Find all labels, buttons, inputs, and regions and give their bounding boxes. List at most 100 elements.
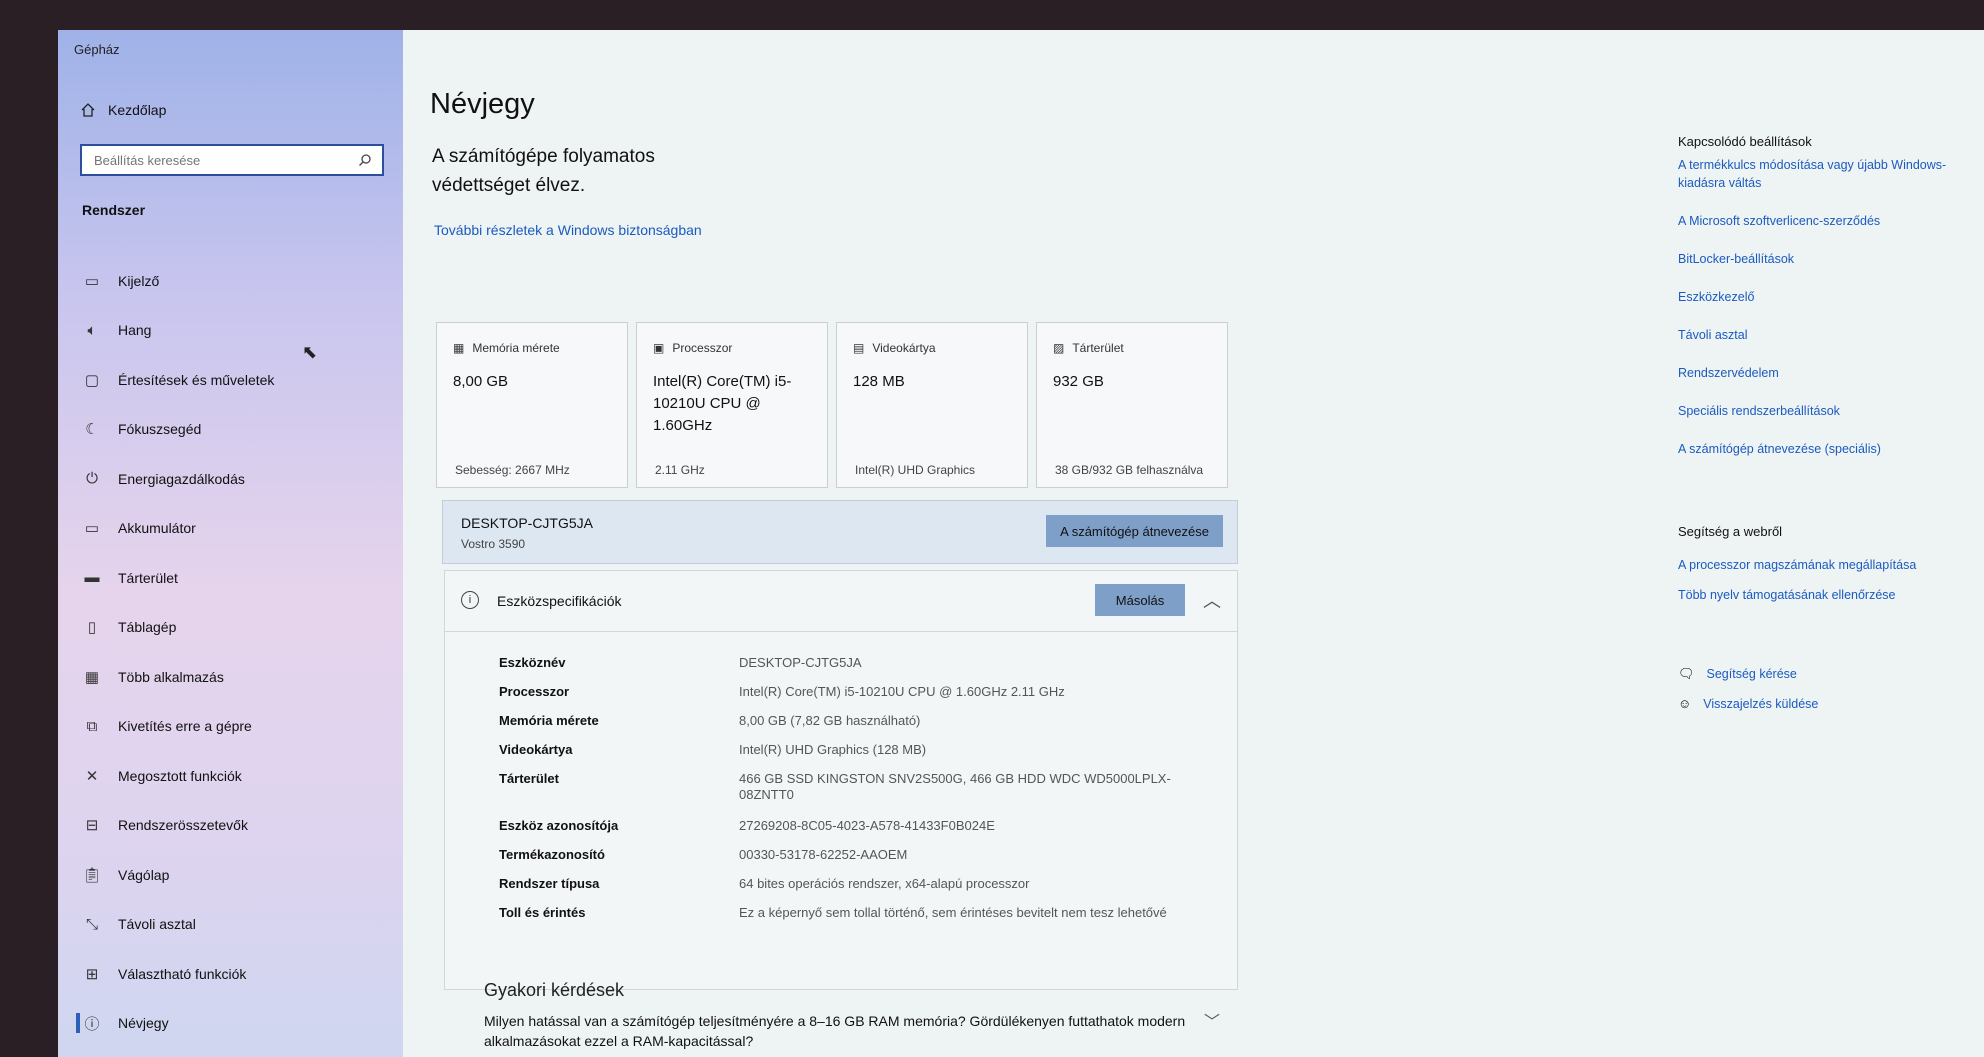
- sidebar-item-storage[interactable]: ▬ Tárterület: [82, 553, 402, 603]
- sidebar: Gépház Kezdőlap Rendszer ▭ Kijelző 🔈︎ Hang…: [58, 30, 403, 1057]
- sidebar-item-label: Rendszerösszetevők: [118, 817, 248, 834]
- home-nav-item[interactable]: Kezdőlap: [80, 102, 166, 118]
- sidebar-item-clipboard[interactable]: 📋︎ Vágólap: [82, 850, 402, 900]
- memory-card: ▦ Memória mérete 8,00 GB Sebesség: 2667 M…: [436, 322, 628, 488]
- link-remote-desktop[interactable]: Távoli asztal: [1678, 326, 1978, 344]
- card-foot: Sebesség: 2667 MHz: [455, 463, 570, 477]
- remote-desktop-icon: ⤡: [85, 915, 98, 933]
- sidebar-item-notifications[interactable]: ▢ Értesítések és műveletek: [82, 355, 402, 405]
- sidebar-item-shared-experiences[interactable]: ✕ Megosztott funkciók: [82, 751, 402, 801]
- faq-question[interactable]: Milyen hatással van a számítógép teljesí…: [484, 1011, 1224, 1051]
- sidebar-item-system-components[interactable]: ⊟ Rendszerösszetevők: [82, 801, 402, 851]
- sidebar-item-optional-features[interactable]: ⊞ Választható funkciók: [82, 949, 402, 999]
- mouse-cursor-icon: ⬉: [302, 342, 318, 362]
- section-label-system: Rendszer: [82, 202, 146, 218]
- card-value: 932 GB: [1053, 373, 1104, 390]
- search-icon[interactable]: [358, 153, 372, 167]
- rename-pc-button[interactable]: A számítógép átnevezése: [1046, 515, 1223, 547]
- sidebar-item-focus-assist[interactable]: ☾ Fókuszsegéd: [82, 405, 402, 455]
- spec-table: Eszköznév DESKTOP-CJTG5JA Processzor Intel…: [499, 655, 1219, 934]
- link-processor-cores[interactable]: A processzor magszámának megállapítása: [1678, 556, 1978, 574]
- feedback-label[interactable]: Visszajelzés küldése: [1703, 697, 1818, 711]
- chevron-up-icon[interactable]: ︿: [1203, 587, 1221, 613]
- windows-security-link[interactable]: További részletek a Windows biztonságban: [434, 222, 702, 238]
- sidebar-item-projecting[interactable]: ⧉ Kivetítés erre a gépre: [82, 702, 402, 752]
- link-bitlocker[interactable]: BitLocker-beállítások: [1678, 250, 1978, 268]
- card-value: 128 MB: [853, 373, 905, 390]
- optional-features-icon: ⊞: [85, 965, 99, 983]
- card-value: 8,00 GB: [453, 373, 509, 390]
- sidebar-item-sound[interactable]: 🔈︎ Hang: [82, 306, 402, 356]
- gpu-icon: ▤: [853, 341, 865, 355]
- sidebar-item-label: Több alkalmazás: [118, 668, 224, 685]
- pc-name-bar: DESKTOP-CJTG5JA Vostro 3590 A számítógép…: [442, 500, 1238, 564]
- sidebar-item-power[interactable]: ⏻ Energiagazdálkodás: [82, 454, 402, 504]
- chat-help-icon: 🗨︎: [1678, 666, 1695, 681]
- spec-value: Ez a képernyő sem tollal történő, sem ér…: [739, 905, 1167, 920]
- sidebar-item-label: Választható funkciók: [118, 965, 247, 982]
- sidebar-item-tablet[interactable]: ▯ Táblagép: [82, 603, 402, 653]
- components-icon: ⊟: [85, 817, 99, 835]
- link-rename-pc-advanced[interactable]: A számítógép átnevezése (speciális): [1678, 440, 1978, 458]
- settings-search-box[interactable]: [80, 144, 384, 176]
- home-label: Kezdőlap: [108, 102, 167, 118]
- sidebar-item-battery[interactable]: ▭ Akkumulátor: [82, 504, 402, 554]
- sidebar-item-about[interactable]: ⓘ Névjegy: [76, 999, 402, 1049]
- specs-header[interactable]: i Eszközspecifikációk Másolás ︿: [445, 571, 1237, 632]
- battery-icon: ▭: [84, 520, 100, 538]
- storage-icon: ▬: [84, 569, 100, 587]
- speaker-icon: 🔈︎: [87, 321, 97, 339]
- table-row: Memória mérete 8,00 GB (7,82 GB használha…: [499, 713, 1219, 742]
- sidebar-item-label: Energiagazdálkodás: [118, 470, 245, 487]
- link-advanced-system-settings[interactable]: Speciális rendszerbeállítások: [1678, 402, 1978, 420]
- chevron-down-icon[interactable]: ﹀: [1204, 1008, 1220, 1032]
- spec-value: 64 bites operációs rendszer, x64-alapú p…: [739, 876, 1030, 891]
- spec-key: Memória mérete: [499, 713, 599, 728]
- link-device-manager[interactable]: Eszközkezelő: [1678, 288, 1978, 306]
- sidebar-item-label: Akkumulátor: [118, 520, 196, 537]
- app-title: Gépház: [74, 42, 120, 57]
- table-row: Processzor Intel(R) Core(TM) i5-10210U CP…: [499, 684, 1219, 713]
- sidebar-item-label: Tárterület: [118, 569, 178, 586]
- monitor-icon: ▭: [84, 272, 100, 290]
- sidebar-item-multitasking[interactable]: ▦ Több alkalmazás: [82, 652, 402, 702]
- link-system-protection[interactable]: Rendszervédelem: [1678, 364, 1978, 382]
- sidebar-item-remote-desktop[interactable]: ⤡ Távoli asztal: [82, 900, 402, 950]
- web-help-title: Segítség a webről: [1678, 524, 1783, 539]
- sidebar-item-label: Fókuszsegéd: [118, 421, 202, 438]
- settings-window: Gépház Kezdőlap Rendszer ▭ Kijelző 🔈︎ Hang…: [58, 30, 1984, 1057]
- page-title: Névjegy: [430, 88, 535, 120]
- get-help-link[interactable]: 🗨︎ Segítség kérése: [1678, 666, 1797, 682]
- table-row: Videokártya Intel(R) UHD Graphics (128 MB…: [499, 742, 1219, 771]
- storage-card: ▨ Tárterület 932 GB 38 GB/932 GB felhaszn…: [1036, 322, 1228, 488]
- sidebar-nav: ▭ Kijelző 🔈︎ Hang ▢ Értesítések és művelete…: [76, 256, 402, 1049]
- faq-section: Gyakori kérdések Milyen hatással van a s…: [484, 980, 1224, 1051]
- card-foot: 38 GB/932 GB felhasználva: [1055, 463, 1204, 477]
- settings-search-input[interactable]: [92, 151, 336, 169]
- link-language-support[interactable]: Több nyelv támogatásának ellenőrzése: [1678, 586, 1978, 604]
- specs-title: Eszközspecifikációk: [497, 593, 622, 609]
- spec-value: DESKTOP-CJTG5JA: [739, 655, 862, 670]
- summary-cards: ▦ Memória mérete 8,00 GB Sebesség: 2667 M…: [436, 322, 1228, 488]
- spec-key: Eszköz azonosítója: [499, 818, 619, 833]
- spec-value: 466 GB SSD KINGSTON SNV2S500G, 466 GB HD…: [739, 771, 1171, 802]
- info-icon: i: [461, 591, 479, 609]
- copy-button[interactable]: Másolás: [1095, 584, 1185, 616]
- table-row: Toll és érintés Ez a képernyő sem tollal …: [499, 905, 1219, 934]
- clipboard-icon: 📋︎: [82, 866, 102, 884]
- card-foot: Intel(R) UHD Graphics: [855, 463, 976, 477]
- cpu-icon: ▣: [653, 341, 665, 355]
- link-change-product-key[interactable]: A termékkulcs módosítása vagy újabb Wind…: [1678, 156, 1978, 192]
- spec-value: Intel(R) UHD Graphics (128 MB): [739, 742, 927, 757]
- graphics-card: ▤ Videokártya 128 MB Intel(R) UHD Graphic…: [836, 322, 1028, 488]
- get-help-label[interactable]: Segítség kérése: [1707, 667, 1797, 681]
- spec-key: Termékazonosító: [499, 847, 605, 862]
- sidebar-item-display[interactable]: ▭ Kijelző: [82, 256, 402, 306]
- table-row: Tárterület 466 GB SSD KINGSTON SNV2S500G,…: [499, 771, 1219, 818]
- card-head: Tárterület: [1072, 341, 1124, 355]
- feedback-icon: ☺: [1678, 696, 1692, 711]
- multitasking-icon: ▦: [84, 668, 100, 686]
- spec-value: 8,00 GB (7,82 GB használható): [739, 713, 921, 728]
- link-software-license[interactable]: A Microsoft szoftverlicenc-szerződés: [1678, 212, 1978, 230]
- feedback-link[interactable]: ☺ Visszajelzés küldése: [1678, 696, 1818, 711]
